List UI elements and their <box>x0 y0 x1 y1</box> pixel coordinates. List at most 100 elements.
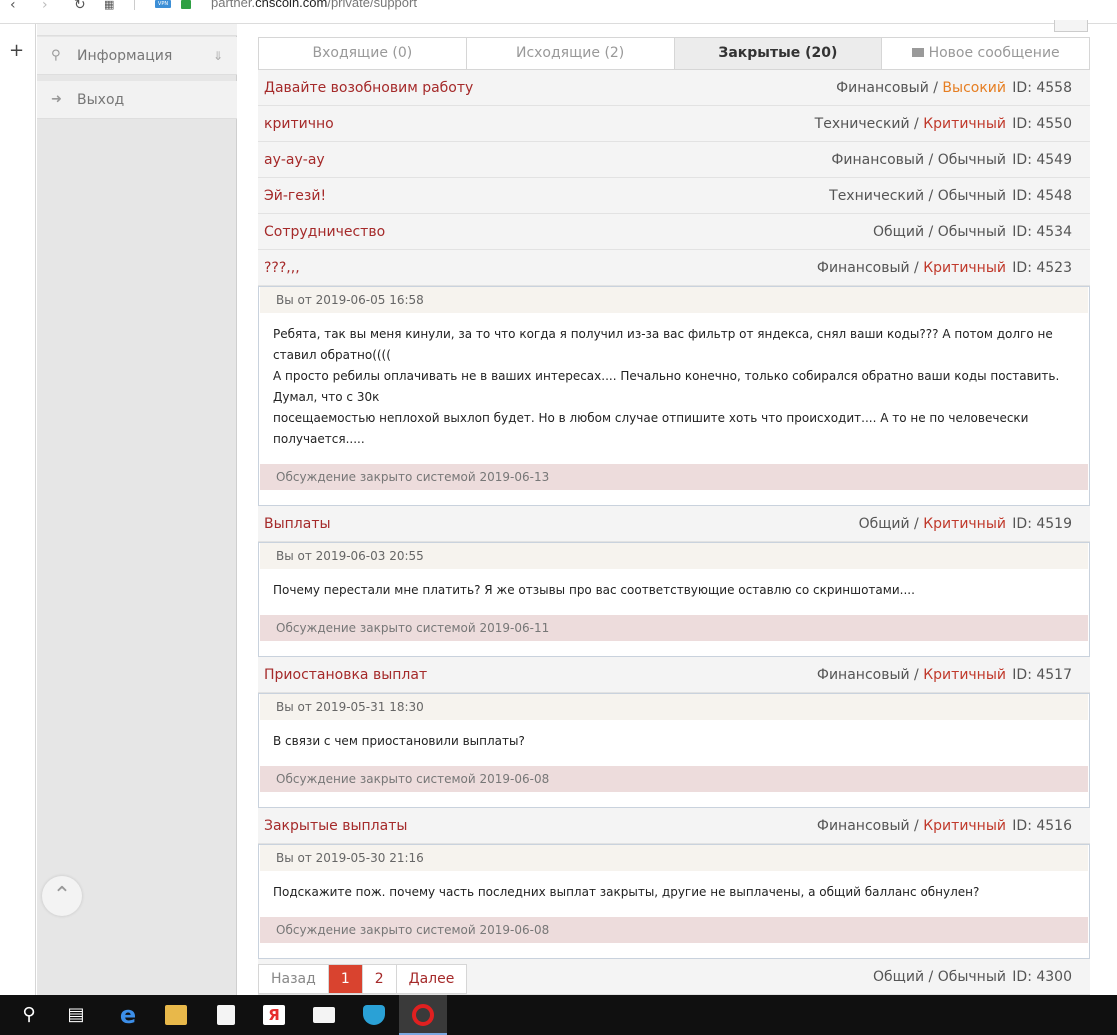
yandex-browser-icon[interactable]: Я <box>250 995 298 1035</box>
ticket-priority: Критичный <box>923 260 1006 276</box>
ticket-priority: Обычный <box>937 969 1006 985</box>
mail-icon[interactable] <box>300 995 348 1035</box>
ticket-row[interactable]: ау-ау-ау Финансовый / Обычный ID: 4549 <box>258 142 1090 178</box>
ticket-meta: Технический / Критичный <box>815 106 1006 142</box>
pager-next-button[interactable]: Далее <box>396 965 467 993</box>
edge-icon[interactable]: e <box>104 995 152 1035</box>
back-icon[interactable]: ‹ <box>10 0 16 14</box>
ticket-message: Вы от 2019-06-03 20:55 Почему перестали м… <box>258 542 1090 657</box>
address-bar[interactable]: partner.cnscoin.com/private/support <box>211 0 417 10</box>
tab-inbox[interactable]: Входящие (0) <box>259 38 467 69</box>
tab-new-message[interactable]: Новое сообщение <box>882 38 1089 69</box>
search-icon[interactable]: ⚲ <box>5 995 53 1035</box>
ticket-priority: Обычный <box>937 224 1006 240</box>
chevron-down-icon: ⇓ <box>212 49 223 63</box>
ticket-title[interactable]: Давайте возобновим работу <box>264 70 473 106</box>
vpn-badge[interactable]: VPN <box>155 0 171 8</box>
message-line: В связи с чем приостановили выплаты? <box>273 734 525 748</box>
ticket-message: Вы от 2019-05-30 21:16 Подскажите пож. по… <box>258 844 1090 959</box>
speed-dial-icon[interactable]: ▦ <box>104 0 114 14</box>
ticket-id: ID: 4534 <box>1012 224 1072 240</box>
ticket-id: ID: 4558 <box>1012 80 1072 96</box>
reload-icon[interactable]: ↻ <box>74 0 86 14</box>
meta-separator: / <box>924 969 938 985</box>
ticket-category: Общий <box>858 516 910 532</box>
ticket-list: Давайте возобновим работу Финансовый / Вы… <box>258 70 1090 995</box>
vpn-shield-icon[interactable] <box>350 995 398 1035</box>
ticket-meta: Финансовый / Обычный <box>831 142 1006 178</box>
pagination: Назад 1 2 Далее <box>258 964 468 994</box>
ticket-row[interactable]: Эй-гезй! Технический / Обычный ID: 4548 <box>258 178 1090 214</box>
message-header: Вы от 2019-05-30 21:16 <box>260 845 1088 871</box>
ticket-title[interactable]: ау-ау-ау <box>264 142 325 178</box>
ticket-title[interactable]: Приостановка выплат <box>264 657 427 693</box>
chevron-up-icon: ⌃ <box>52 883 72 908</box>
closed-notice: Обсуждение закрыто системой 2019-06-11 <box>260 615 1088 641</box>
envelope-icon <box>911 48 924 57</box>
file-explorer-icon[interactable] <box>152 995 200 1035</box>
ticket-title[interactable]: Эй-гезй! <box>264 178 326 214</box>
add-icon[interactable]: + <box>9 40 24 61</box>
message-body: Почему перестали мне платить? Я же отзыв… <box>259 569 1089 615</box>
url-domain: cnscoin.com <box>255 0 328 10</box>
ticket-title[interactable]: Закрытые выплаты <box>264 808 407 844</box>
forward-icon[interactable]: › <box>42 0 48 14</box>
ticket-priority: Обычный <box>937 152 1006 168</box>
ticket-meta: Общий / Обычный <box>873 959 1006 995</box>
ticket-row[interactable]: критично Технический / Критичный ID: 4550 <box>258 106 1090 142</box>
sidebar-item-logout[interactable]: ➜ Выход <box>37 81 237 119</box>
ticket-category: Финансовый <box>831 152 925 168</box>
sidebar: ⚲ Информация ⇓ ➜ Выход ⌃ <box>37 24 237 995</box>
ticket-row[interactable]: Приостановка выплат Финансовый / Критичны… <box>258 657 1090 693</box>
store-icon[interactable] <box>202 995 250 1035</box>
tab-outbox[interactable]: Исходящие (2) <box>466 38 675 69</box>
message-header: Вы от 2019-06-05 16:58 <box>260 287 1088 313</box>
ticket-category: Технический <box>814 116 910 132</box>
ticket-id: ID: 4300 <box>1012 969 1072 985</box>
top-action-button[interactable] <box>1054 20 1088 32</box>
ticket-row[interactable]: Закрытые выплаты Финансовый / Критичный ID… <box>258 808 1090 844</box>
ticket-priority: Обычный <box>937 188 1006 204</box>
scroll-to-top-button[interactable]: ⌃ <box>42 876 82 916</box>
ticket-title[interactable]: ???,,, <box>264 250 300 286</box>
ticket-id: ID: 4517 <box>1012 667 1072 683</box>
ticket-message: Вы от 2019-05-31 18:30 В связи с чем прио… <box>258 693 1090 808</box>
ticket-row[interactable]: Сотрудничество Общий / Обычный ID: 4534 <box>258 214 1090 250</box>
browser-toolbar: ‹ › ↻ ▦ VPN partner.cnscoin.com/private/… <box>0 0 1117 24</box>
pager-page-2[interactable]: 2 <box>362 965 397 993</box>
meta-separator: / <box>924 224 938 240</box>
sign-out-icon: ➜ <box>51 92 62 107</box>
lock-icon[interactable] <box>181 0 191 9</box>
meta-separator: / <box>909 260 924 276</box>
sidebar-item-label: Выход <box>77 92 125 108</box>
opera-icon[interactable] <box>399 995 447 1035</box>
tab-closed[interactable]: Закрытые (20) <box>674 38 883 69</box>
ticket-category: Общий <box>873 224 925 240</box>
sidebar-item-info[interactable]: ⚲ Информация ⇓ <box>37 37 237 75</box>
meta-separator: / <box>909 667 924 683</box>
taskbar: ⚲ ▤ e Я <box>0 995 1117 1035</box>
ticket-title[interactable]: Сотрудничество <box>264 214 385 250</box>
ticket-title[interactable]: Выплаты <box>264 506 331 542</box>
closed-notice: Обсуждение закрыто системой 2019-06-08 <box>260 917 1088 943</box>
message-line: посещаемостью неплохой выхлоп будет. Но … <box>273 411 1029 446</box>
pager-prev-button[interactable]: Назад <box>259 965 329 993</box>
ticket-meta: Общий / Критичный <box>859 506 1006 542</box>
closed-notice: Обсуждение закрыто системой 2019-06-13 <box>260 464 1088 490</box>
ticket-category: Финансовый <box>816 260 910 276</box>
pager-page-1[interactable]: 1 <box>328 965 363 993</box>
ticket-priority: Высокий <box>942 80 1006 96</box>
ticket-title[interactable]: критично <box>264 106 334 142</box>
meta-separator: / <box>909 516 924 532</box>
message-line: А просто ребилы оплачивать не в ваших ин… <box>273 369 1060 404</box>
ticket-id: ID: 4549 <box>1012 152 1072 168</box>
message-line: Почему перестали мне платить? Я же отзыв… <box>273 583 915 597</box>
task-view-icon[interactable]: ▤ <box>52 995 100 1035</box>
ticket-row[interactable]: Давайте возобновим работу Финансовый / Вы… <box>258 70 1090 106</box>
ticket-row[interactable]: ???,,, Финансовый / Критичный ID: 4523 <box>258 250 1090 286</box>
ticket-row[interactable]: Выплаты Общий / Критичный ID: 4519 <box>258 506 1090 542</box>
browser-side-strip: + <box>0 24 36 995</box>
message-header: Вы от 2019-06-03 20:55 <box>260 543 1088 569</box>
ticket-priority: Критичный <box>923 516 1006 532</box>
sidebar-item-partial[interactable] <box>37 24 237 36</box>
